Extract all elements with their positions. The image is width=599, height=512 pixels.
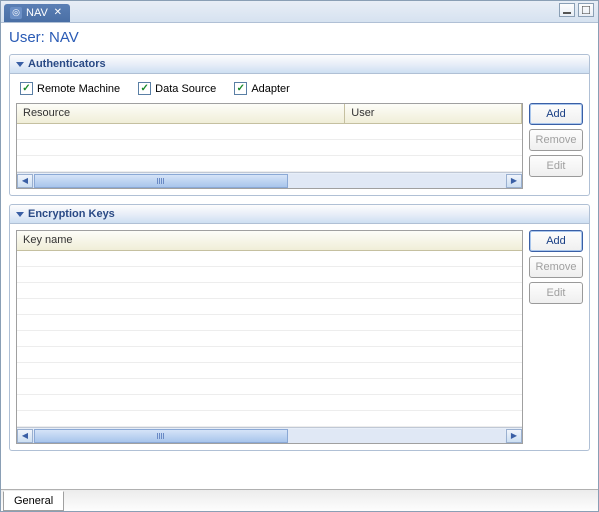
table-row[interactable] (17, 251, 522, 267)
remove-button[interactable]: Remove (529, 256, 583, 278)
scroll-right-icon[interactable]: ▶ (506, 174, 522, 188)
section-header-encryption[interactable]: Encryption Keys (9, 204, 590, 224)
table-row[interactable] (17, 124, 522, 140)
checkbox-data-source[interactable]: Data Source (138, 82, 216, 95)
add-button[interactable]: Add (529, 230, 583, 252)
table-row[interactable] (17, 411, 522, 427)
chevron-down-icon (16, 212, 24, 217)
column-resource[interactable]: Resource (17, 104, 345, 123)
scroll-right-icon[interactable]: ▶ (506, 429, 522, 443)
table-row[interactable] (17, 315, 522, 331)
table-row[interactable] (17, 363, 522, 379)
table-row[interactable] (17, 331, 522, 347)
tab-general[interactable]: General (3, 491, 64, 511)
checkbox-label: Data Source (155, 83, 216, 95)
horizontal-scrollbar[interactable]: ◀ ▶ (17, 172, 522, 188)
table-row[interactable] (17, 299, 522, 315)
maximize-button[interactable] (578, 3, 594, 17)
authenticators-table[interactable]: Resource User ◀ ▶ (16, 103, 523, 189)
table-row[interactable] (17, 347, 522, 363)
table-row[interactable] (17, 395, 522, 411)
column-key-name[interactable]: Key name (17, 231, 522, 250)
page-title: User: NAV (9, 29, 590, 46)
horizontal-scrollbar[interactable]: ◀ ▶ (17, 427, 522, 443)
checkbox-label: Adapter (251, 83, 290, 95)
scroll-left-icon[interactable]: ◀ (17, 174, 33, 188)
checkmark-icon (138, 82, 151, 95)
table-row[interactable] (17, 267, 522, 283)
scroll-left-icon[interactable]: ◀ (17, 429, 33, 443)
section-authenticators: Authenticators Remote Machine Data Sourc… (9, 54, 590, 196)
user-icon: ◎ (10, 7, 22, 19)
section-header-authenticators[interactable]: Authenticators (9, 54, 590, 74)
remove-button[interactable]: Remove (529, 129, 583, 151)
titlebar: ◎ NAV ✕ (1, 1, 598, 23)
table-row[interactable] (17, 283, 522, 299)
section-title: Encryption Keys (28, 208, 115, 220)
table-row[interactable] (17, 379, 522, 395)
checkmark-icon (20, 82, 33, 95)
section-encryption-keys: Encryption Keys Key name (9, 204, 590, 451)
checkmark-icon (234, 82, 247, 95)
bottom-tabs: General (1, 489, 598, 511)
close-icon[interactable]: ✕ (52, 7, 64, 19)
encryption-table[interactable]: Key name (16, 230, 523, 444)
chevron-down-icon (16, 62, 24, 67)
section-title: Authenticators (28, 58, 106, 70)
checkbox-adapter[interactable]: Adapter (234, 82, 290, 95)
edit-button[interactable]: Edit (529, 155, 583, 177)
minimize-button[interactable] (559, 3, 575, 17)
checkbox-remote-machine[interactable]: Remote Machine (20, 82, 120, 95)
add-button[interactable]: Add (529, 103, 583, 125)
table-row[interactable] (17, 156, 522, 172)
edit-button[interactable]: Edit (529, 282, 583, 304)
checkbox-label: Remote Machine (37, 83, 120, 95)
table-row[interactable] (17, 140, 522, 156)
editor-tab[interactable]: ◎ NAV ✕ (4, 4, 70, 22)
tab-label: NAV (26, 7, 48, 19)
column-user[interactable]: User (345, 104, 522, 123)
